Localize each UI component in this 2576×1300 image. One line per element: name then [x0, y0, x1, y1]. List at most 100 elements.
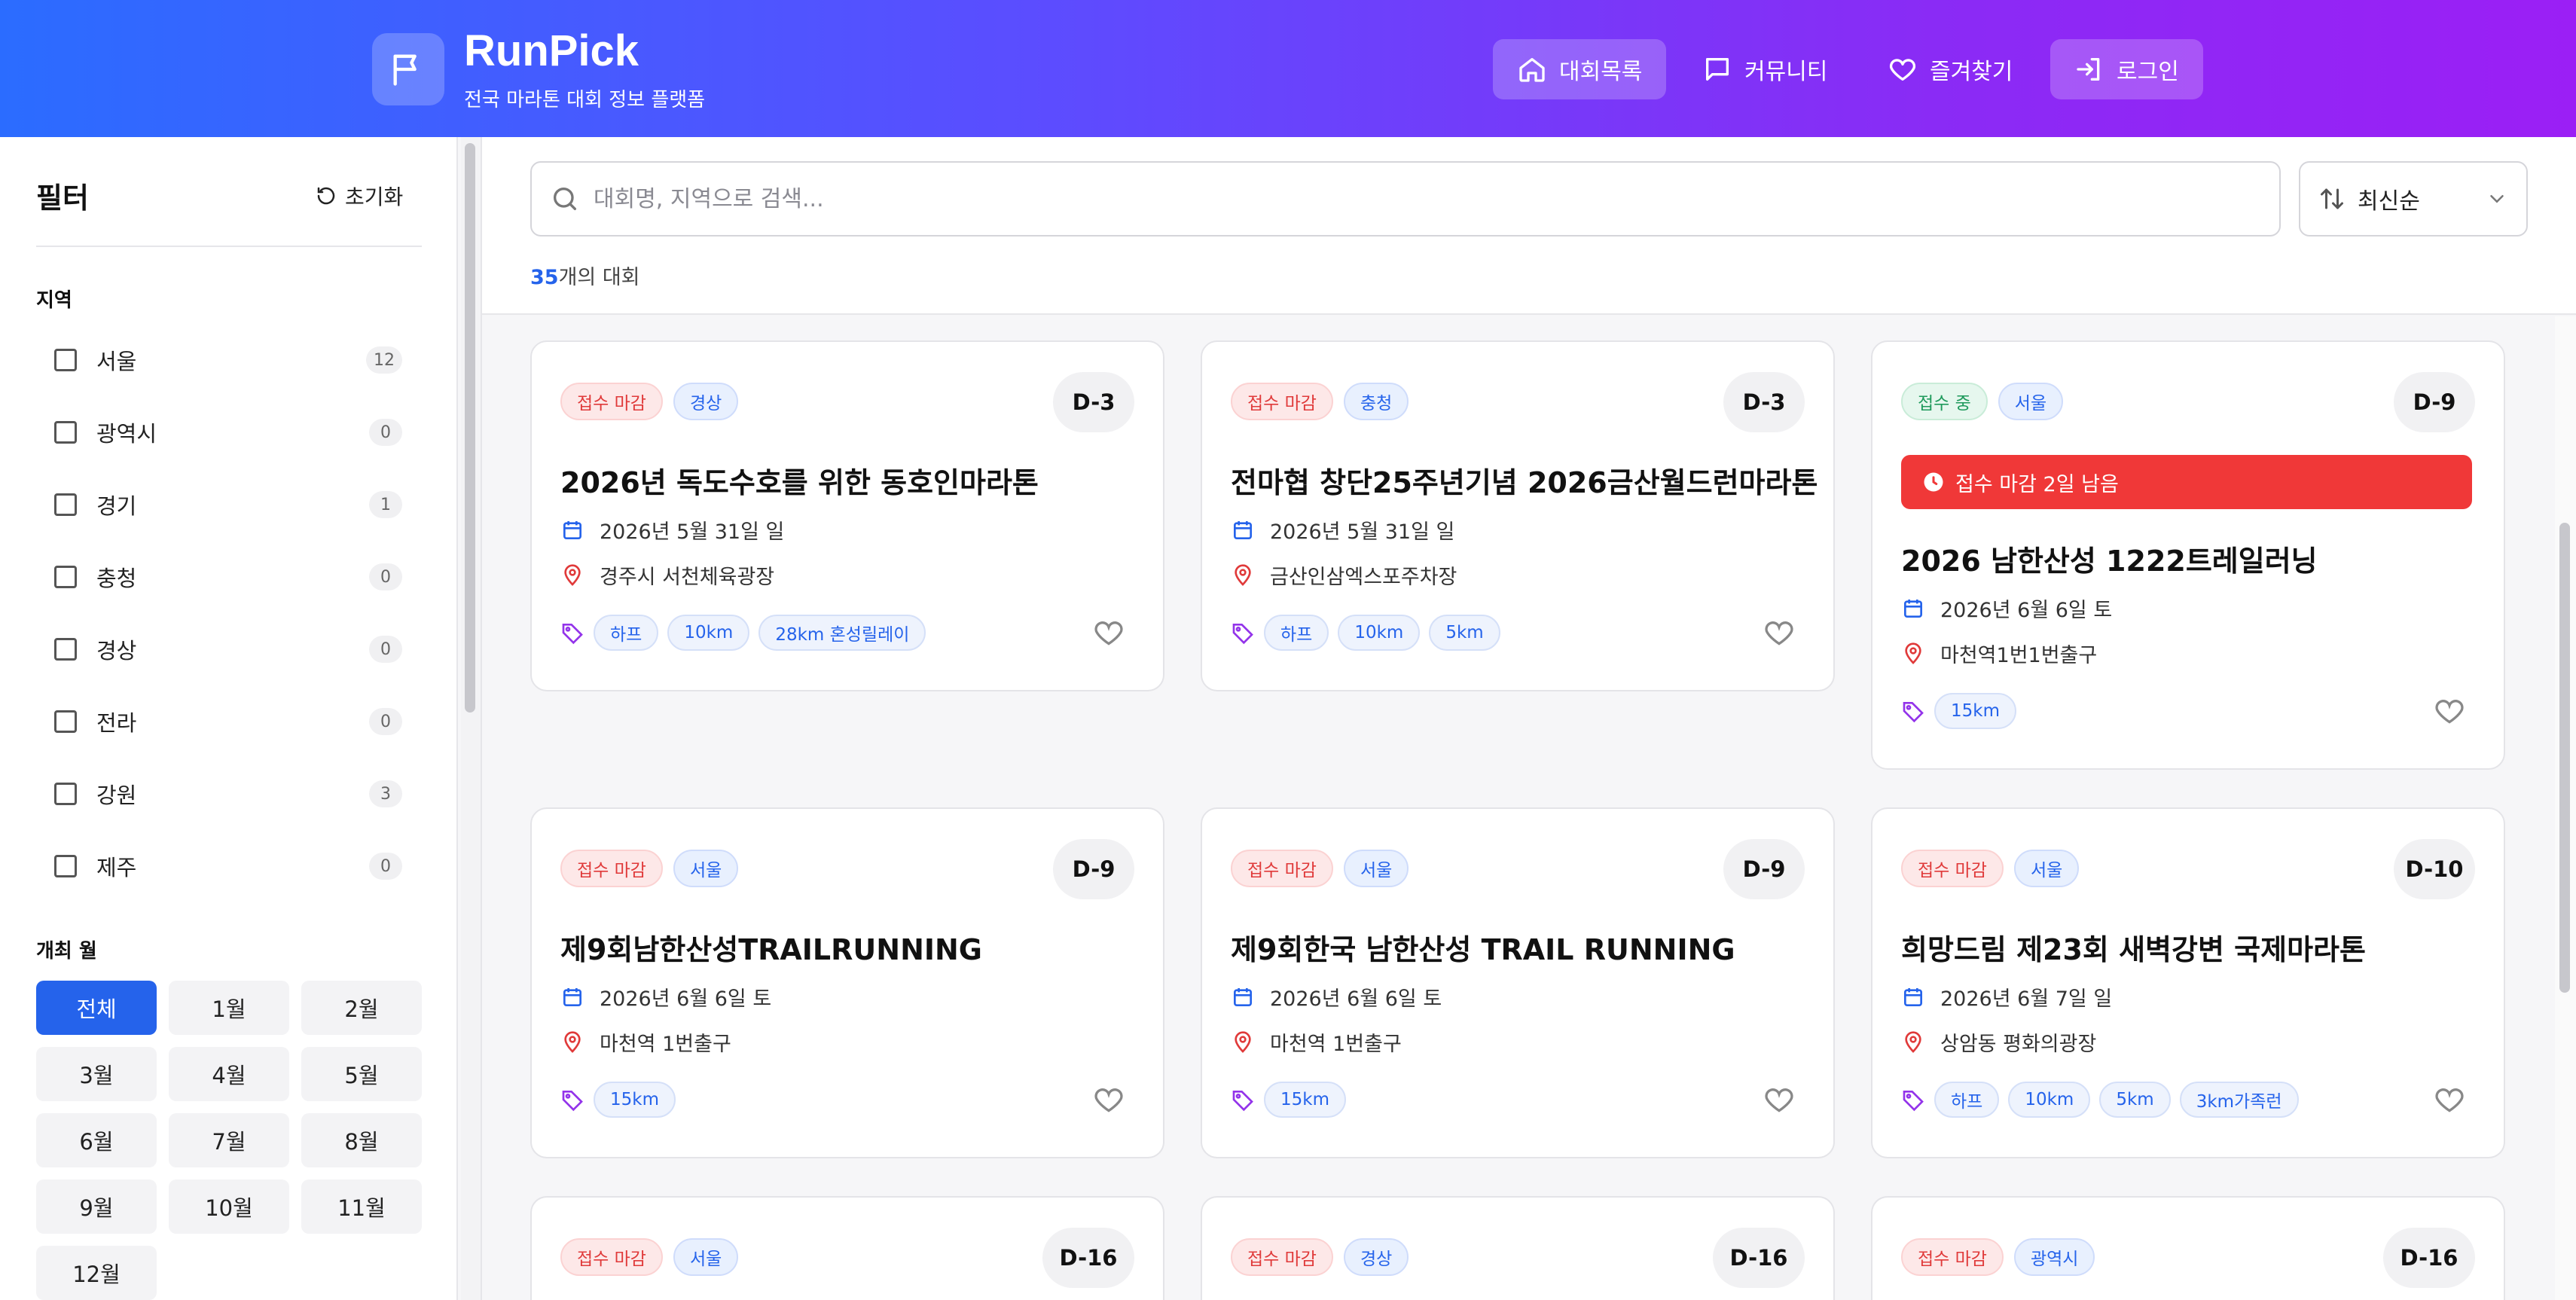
- race-card[interactable]: 접수 중 서울 D-9 접수 마감 2일 남음 2026 남한산성 1222트레일…: [1871, 340, 2505, 770]
- race-card[interactable]: 접수 마감 서울 D-9 제9회한국 남한산성 TRAIL RUNNING 202…: [1201, 807, 1835, 1158]
- dday-badge: D-16: [1042, 1228, 1134, 1288]
- checkbox[interactable]: [54, 493, 77, 516]
- distance-tag: 10km: [2008, 1082, 2091, 1118]
- calendar-icon: [1904, 987, 1922, 1006]
- distance-tags: 하프 10km 28km 혼성릴레이: [560, 615, 926, 651]
- reset-label: 초기화: [345, 185, 404, 209]
- region-name: 제주: [96, 855, 137, 880]
- distance-tag: 하프: [1264, 615, 1329, 651]
- race-card[interactable]: 접수 마감 서울 D-9 제9회남한산성TRAILRUNNING 2026년 6월…: [530, 807, 1164, 1158]
- brand-name[interactable]: RunPick: [464, 26, 639, 76]
- region-badge: 서울: [673, 850, 739, 887]
- status-badge: 접수 마감: [1901, 1238, 2004, 1276]
- month-option-4[interactable]: 4월: [169, 1047, 289, 1101]
- month-option-3[interactable]: 3월: [36, 1047, 157, 1101]
- map-pin-icon: [1905, 642, 1921, 664]
- dday-badge: D-9: [2394, 372, 2475, 432]
- favorite-heart-icon[interactable]: [1092, 1083, 1125, 1116]
- dday-badge: D-3: [1723, 372, 1805, 432]
- checkbox[interactable]: [54, 566, 77, 588]
- race-card[interactable]: 접수 마감 충청 D-3 전마협 창단25주년기념 2026금산월드런마라톤 20…: [1201, 340, 1835, 691]
- month-option-12[interactable]: 12월: [36, 1246, 157, 1300]
- search-box[interactable]: [530, 161, 2281, 237]
- race-location: 마천역1번1번출구: [1901, 639, 2097, 668]
- search-input[interactable]: [594, 185, 2100, 212]
- month-option-11[interactable]: 11월: [301, 1179, 422, 1234]
- month-option-8[interactable]: 8월: [301, 1113, 422, 1167]
- sidebar-scrollbar-thumb[interactable]: [465, 143, 475, 713]
- race-title[interactable]: 2026년 독도수호를 위한 동호인마라톤: [560, 459, 1039, 501]
- distance-tag: 28km 혼성릴레이: [758, 615, 926, 651]
- nav-race-list[interactable]: 대회목록: [1493, 39, 1667, 99]
- race-title[interactable]: 희망드림 제23회 새벽강변 국제마라톤: [1901, 926, 2366, 968]
- status-badge: 접수 마감: [560, 1238, 663, 1276]
- region-option-seoul[interactable]: 서울 12: [54, 337, 402, 383]
- favorite-heart-icon[interactable]: [1092, 616, 1125, 649]
- checkbox[interactable]: [54, 855, 77, 877]
- region-option-gyeonggi[interactable]: 경기 1: [54, 482, 402, 527]
- main-scrollbar-thumb[interactable]: [2559, 523, 2570, 993]
- nav-community[interactable]: 커뮤니티: [1678, 39, 1851, 99]
- region-option-chungcheong[interactable]: 충청 0: [54, 554, 402, 600]
- filter-title: 필터: [36, 182, 89, 215]
- month-option-1[interactable]: 1월: [169, 981, 289, 1035]
- race-card[interactable]: 접수 마감 경상 D-3 2026년 독도수호를 위한 동호인마라톤 2026년 …: [530, 340, 1164, 691]
- checkbox[interactable]: [54, 710, 77, 733]
- region-option-gyeongsang[interactable]: 경상 0: [54, 627, 402, 672]
- map-pin-icon: [564, 563, 581, 586]
- flag-logo-icon[interactable]: [372, 33, 444, 105]
- dday-badge: D-3: [1053, 372, 1134, 432]
- login-button[interactable]: 로그인: [2050, 39, 2203, 99]
- race-title[interactable]: 전마협 창단25주년기념 2026금산월드런마라톤: [1231, 459, 1818, 501]
- region-option-jeju[interactable]: 제주 0: [54, 844, 402, 889]
- favorite-heart-icon[interactable]: [2433, 1083, 2466, 1116]
- region-option-metro[interactable]: 광역시 0: [54, 410, 402, 455]
- region-name: 강원: [96, 783, 137, 808]
- region-count: 0: [369, 708, 402, 735]
- reset-icon: [317, 187, 335, 205]
- nav-label: 로그인: [2117, 59, 2179, 85]
- month-option-7[interactable]: 7월: [169, 1113, 289, 1167]
- checkbox[interactable]: [54, 638, 77, 661]
- race-card[interactable]: 접수 마감 경상 D-16: [1201, 1196, 1835, 1300]
- checkbox[interactable]: [54, 421, 77, 444]
- favorite-heart-icon[interactable]: [1763, 1083, 1796, 1116]
- favorite-heart-icon[interactable]: [1763, 616, 1796, 649]
- distance-tags: 하프 10km 5km 3km가족런: [1901, 1082, 2299, 1118]
- month-option-all[interactable]: 전체: [36, 981, 157, 1035]
- race-date: 2026년 6월 6일 토: [560, 982, 771, 1012]
- checkbox[interactable]: [54, 783, 77, 805]
- region-count: 0: [369, 419, 402, 446]
- region-option-jeolla[interactable]: 전라 0: [54, 699, 402, 744]
- region-count: 0: [369, 853, 402, 880]
- checkbox[interactable]: [54, 349, 77, 371]
- month-option-5[interactable]: 5월: [301, 1047, 422, 1101]
- sidebar-divider: [36, 246, 422, 247]
- race-location-text: 금산인삼엑스포주차장: [1270, 566, 1457, 589]
- race-card[interactable]: 접수 마감 서울 D-16: [530, 1196, 1164, 1300]
- region-badge: 충청: [1343, 383, 1409, 420]
- map-pin-icon: [1235, 563, 1251, 586]
- month-option-6[interactable]: 6월: [36, 1113, 157, 1167]
- favorite-heart-icon[interactable]: [2433, 694, 2466, 728]
- calendar-icon: [563, 520, 581, 539]
- month-option-10[interactable]: 10월: [169, 1179, 289, 1234]
- distance-tag: 하프: [1934, 1082, 2000, 1118]
- race-card[interactable]: 접수 마감 서울 D-10 희망드림 제23회 새벽강변 국제마라톤 2026년 …: [1871, 807, 2505, 1158]
- race-location-text: 상암동 평화의광장: [1940, 1033, 2097, 1056]
- region-option-gangwon[interactable]: 강원 3: [54, 771, 402, 816]
- race-title[interactable]: 제9회한국 남한산성 TRAIL RUNNING: [1231, 926, 1735, 968]
- sort-select[interactable]: 최신순: [2299, 161, 2528, 237]
- nav-favorites[interactable]: 즐겨찾기: [1863, 39, 2037, 99]
- race-title[interactable]: 제9회남한산성TRAILRUNNING: [560, 926, 982, 968]
- race-title[interactable]: 2026 남한산성 1222트레일러닝: [1901, 538, 2318, 579]
- race-card[interactable]: 접수 마감 광역시 D-16: [1871, 1196, 2505, 1300]
- clock-icon: [1924, 472, 1943, 492]
- race-date-text: 2026년 5월 31일 일: [1270, 520, 1455, 544]
- reset-button[interactable]: 초기화: [315, 181, 403, 211]
- month-option-2[interactable]: 2월: [301, 981, 422, 1035]
- month-option-9[interactable]: 9월: [36, 1179, 157, 1234]
- region-name: 서울: [96, 349, 137, 374]
- distance-tag: 5km: [1429, 615, 1500, 651]
- month-grid: 전체 1월 2월 3월 4월 5월 6월 7월 8월 9월 10월 11월 12…: [36, 981, 422, 1300]
